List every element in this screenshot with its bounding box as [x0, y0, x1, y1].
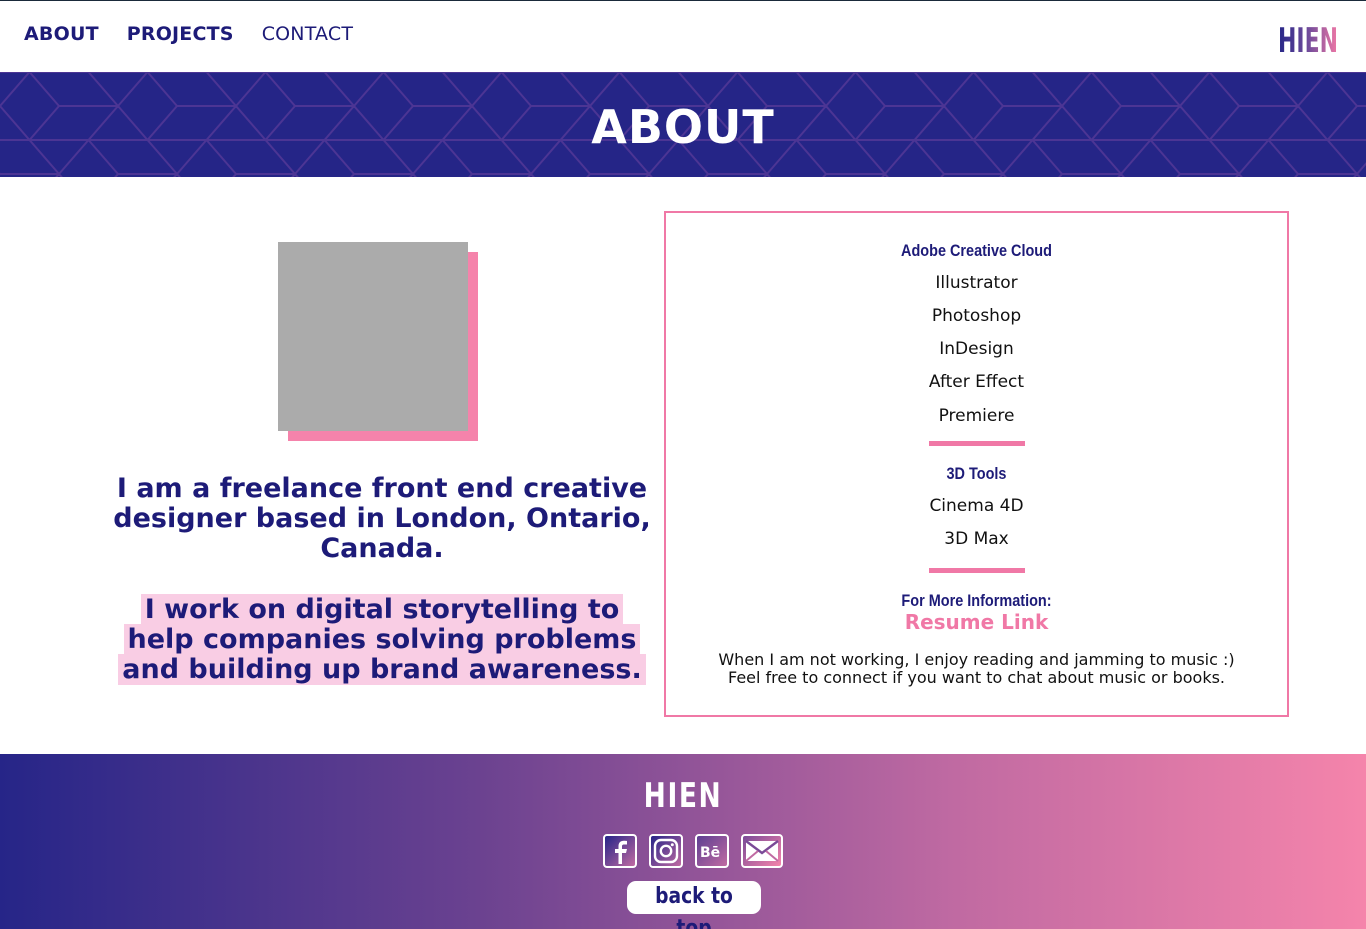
personal-note-line-1: When I am not working, I enjoy reading a… — [718, 650, 1235, 669]
nav-link-about[interactable]: ABOUT — [24, 23, 99, 45]
skill-item: Premiere — [938, 406, 1015, 426]
svg-text:Bē: Bē — [700, 845, 720, 860]
skill-item: Cinema 4D — [929, 496, 1024, 516]
logo-text: HIEN — [1278, 21, 1338, 55]
skill-item: Illustrator — [935, 273, 1018, 293]
back-to-top-button[interactable]: back to top — [627, 881, 761, 929]
more-info-label: For More Information: — [901, 591, 1052, 610]
resume-link[interactable]: Resume Link — [666, 610, 1287, 634]
hien-logo[interactable]: HIEN — [1278, 19, 1340, 55]
skill-item: 3D Max — [944, 529, 1009, 549]
instagram-icon[interactable] — [649, 834, 683, 868]
skill-item: Photoshop — [931, 306, 1022, 326]
nav-link-contact[interactable]: CONTACT — [262, 23, 354, 45]
section-divider — [929, 568, 1025, 573]
facebook-icon[interactable] — [603, 834, 637, 868]
personal-note-line-2: Feel free to connect if you want to chat… — [728, 668, 1225, 687]
mission-highlight: I work on digital storytelling to help c… — [118, 594, 646, 685]
footer-logo[interactable]: HIEN — [150, 776, 1215, 816]
social-links: Bē — [603, 834, 783, 868]
main-nav: ABOUT PROJECTS CONTACT — [24, 23, 381, 45]
adobe-section-title: Adobe Creative Cloud — [901, 241, 1052, 260]
nav-link-projects[interactable]: PROJECTS — [127, 23, 234, 45]
section-divider — [929, 441, 1025, 446]
page-hero-banner: ABOUT — [0, 72, 1366, 177]
skills-panel: Adobe Creative Cloud Illustrator Photosh… — [664, 211, 1289, 717]
mission-text: I work on digital storytelling to help c… — [112, 594, 652, 685]
skill-item: After Effect — [928, 372, 1025, 392]
behance-icon[interactable]: Bē — [695, 834, 729, 868]
profile-photo-placeholder — [278, 242, 468, 431]
site-footer: HIEN Bē back to top — [0, 754, 1366, 929]
back-to-top-label: back to top — [655, 884, 733, 929]
skill-item: InDesign — [939, 339, 1014, 359]
page-title: ABOUT — [591, 100, 775, 154]
top-navbar: ABOUT PROJECTS CONTACT HIEN — [0, 0, 1366, 72]
intro-text: I am a freelance front end creative desi… — [113, 473, 651, 564]
mail-icon[interactable] — [741, 834, 783, 868]
3d-tools-section-title: 3D Tools — [946, 464, 1007, 483]
